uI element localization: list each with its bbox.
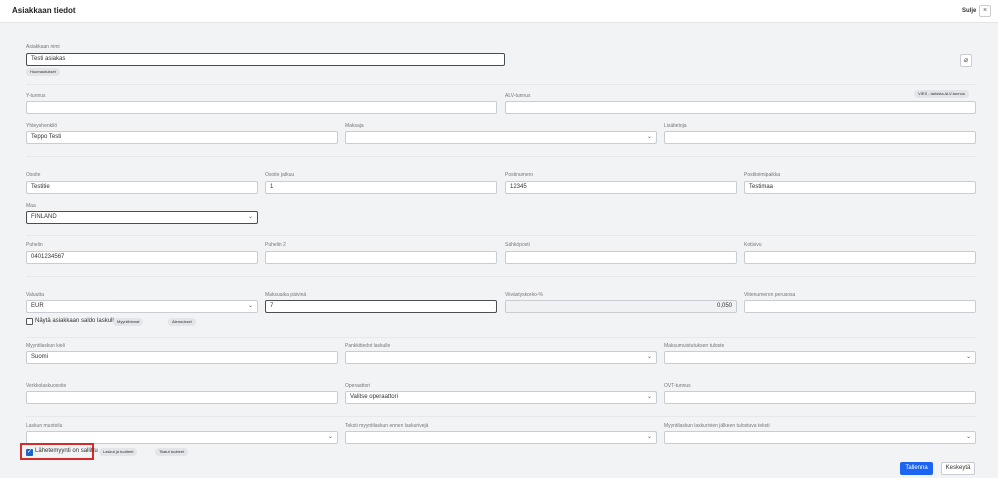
- divider: [26, 337, 976, 338]
- payer-label: Maksaja: [345, 123, 364, 129]
- invoice-language-select[interactable]: Suomi: [26, 351, 338, 364]
- currency-select[interactable]: EUR ⌄: [26, 300, 258, 313]
- attachment-icon[interactable]: ⌀: [960, 54, 972, 67]
- einvoice-address-input[interactable]: [26, 391, 338, 404]
- address2-input[interactable]: 1: [265, 181, 497, 194]
- show-balance-checkbox[interactable]: [26, 318, 33, 325]
- invoice-language-label: Myyntilaskun kieli: [26, 343, 65, 349]
- invoice-format-label: Laskun muotoilu: [26, 423, 63, 429]
- email-label: Sähköposti: [505, 242, 530, 248]
- reminder-label: Maksumuistutuksen tuloste: [664, 343, 725, 349]
- payment-terms-label: Maksuaika päivinä: [265, 292, 307, 298]
- operator-value: Valitse operaattori: [350, 394, 398, 400]
- currency-label: Valuutta: [26, 292, 44, 298]
- payment-terms-input[interactable]: 7: [265, 300, 497, 313]
- operator-select[interactable]: Valitse operaattori ⌄: [345, 391, 657, 404]
- chevron-down-icon: ⌄: [646, 434, 652, 440]
- contact-person-input[interactable]: Teppo Testi: [26, 131, 338, 144]
- payer-select[interactable]: ⌄: [345, 131, 657, 144]
- country-label: Maa: [26, 203, 36, 209]
- chevron-down-icon: ⌄: [247, 214, 253, 220]
- customer-name-label: Asiakkaan nimi: [26, 44, 60, 50]
- email-input[interactable]: [505, 251, 737, 264]
- reminder-select[interactable]: ⌄: [664, 351, 976, 364]
- notes-tag[interactable]: Huomautukset: [26, 68, 60, 76]
- operator-label: Operaattori: [345, 383, 371, 389]
- phone-input[interactable]: 0401234567: [26, 251, 258, 264]
- text-after-select[interactable]: ⌄: [664, 431, 976, 444]
- sales-prices-tag[interactable]: Myyntihinnat: [113, 318, 144, 326]
- reference-label: Viitenumeron perusosa: [744, 292, 796, 298]
- contact-person-label: Yhteyshenkilö: [26, 123, 58, 129]
- ovt-input[interactable]: [664, 391, 976, 404]
- delivery-sale-checkbox[interactable]: ✓: [26, 449, 33, 456]
- zip-input[interactable]: 12345: [505, 181, 737, 194]
- interest-input[interactable]: 0,050: [505, 300, 737, 313]
- interest-label: Viivästyskorko-%: [505, 292, 543, 298]
- divider: [26, 276, 976, 277]
- currency-value: EUR: [31, 303, 44, 309]
- divider: [26, 416, 976, 417]
- text-after-label: Myyntilaskun laskurivien jälkeen tulostu…: [664, 423, 770, 429]
- zip-label: Postinumero: [505, 172, 534, 178]
- ytunnus-input[interactable]: [26, 101, 497, 114]
- ovt-label: OVT-tunnus: [664, 383, 691, 389]
- chevron-down-icon: ⌄: [327, 434, 333, 440]
- chevron-down-icon: ⌄: [965, 354, 971, 360]
- phone2-label: Puhelin 2: [265, 242, 286, 248]
- close-label[interactable]: Sulje: [962, 8, 976, 14]
- customer-name-input[interactable]: Testi asiakas: [26, 53, 505, 66]
- extra-info-label: Lisätietoja: [664, 123, 687, 129]
- address2-label: Osoite jatkuu: [265, 172, 295, 178]
- divider: [26, 235, 976, 236]
- chevron-down-icon: ⌄: [646, 134, 652, 140]
- country-value: FINLAND: [31, 214, 57, 220]
- chevron-down-icon: ⌄: [646, 354, 652, 360]
- orders-tag[interactable]: Tilatut tuotteet: [155, 448, 189, 456]
- save-button[interactable]: Tallenna: [900, 462, 933, 475]
- homepage-input[interactable]: [744, 251, 976, 264]
- alv-label: ALV-tunnus: [505, 93, 531, 99]
- einvoice-address-label: Verkkolaskuosoite: [26, 383, 67, 389]
- cancel-button[interactable]: Keskeytä: [941, 462, 975, 475]
- divider: [26, 156, 976, 157]
- discounts-tag[interactable]: Alennukset: [168, 318, 196, 326]
- reference-input[interactable]: [744, 300, 976, 313]
- show-balance-label: Näytä asiakkaan saldo laskulla: [35, 318, 118, 324]
- close-icon[interactable]: ×: [979, 5, 991, 17]
- text-before-label: Teksti myyntilaskun ennen laskurivejä: [345, 423, 429, 429]
- phone2-input[interactable]: [265, 251, 497, 264]
- alv-input[interactable]: [505, 101, 976, 114]
- chevron-down-icon: ⌄: [965, 434, 971, 440]
- homepage-label: Kotisivu: [744, 242, 762, 248]
- phone-label: Puhelin: [26, 242, 43, 248]
- dialog-header: Asiakkaan tiedot Sulje ×: [0, 0, 998, 23]
- vies-button[interactable]: VIES - tarkista ALV-tunnus: [914, 90, 969, 98]
- address-input[interactable]: Testitie: [26, 181, 258, 194]
- address-label: Osoite: [26, 172, 41, 178]
- bank-info-select[interactable]: ⌄: [345, 351, 657, 364]
- text-before-select[interactable]: ⌄: [345, 431, 657, 444]
- extra-info-input[interactable]: [664, 131, 976, 144]
- invoice-language-value: Suomi: [31, 354, 49, 360]
- divider: [26, 84, 976, 85]
- bank-info-label: Pankkitiedot laskulle: [345, 343, 391, 349]
- chevron-down-icon: ⌄: [646, 394, 652, 400]
- delivery-sale-label: Lähetemyynti on sallittu: [35, 448, 98, 454]
- ytunnus-label: Y-tunnus: [26, 93, 46, 99]
- city-input[interactable]: Testimaa: [744, 181, 976, 194]
- customer-details-page: Asiakkaan tiedot Sulje × Asiakkaan nimi …: [0, 0, 998, 478]
- invoices-tag[interactable]: Laskut ja tuotteet: [99, 448, 138, 456]
- country-select[interactable]: FINLAND ⌄: [26, 211, 258, 224]
- city-label: Postitoimipaikka: [744, 172, 781, 178]
- chevron-down-icon: ⌄: [247, 303, 253, 309]
- page-title: Asiakkaan tiedot: [12, 6, 76, 15]
